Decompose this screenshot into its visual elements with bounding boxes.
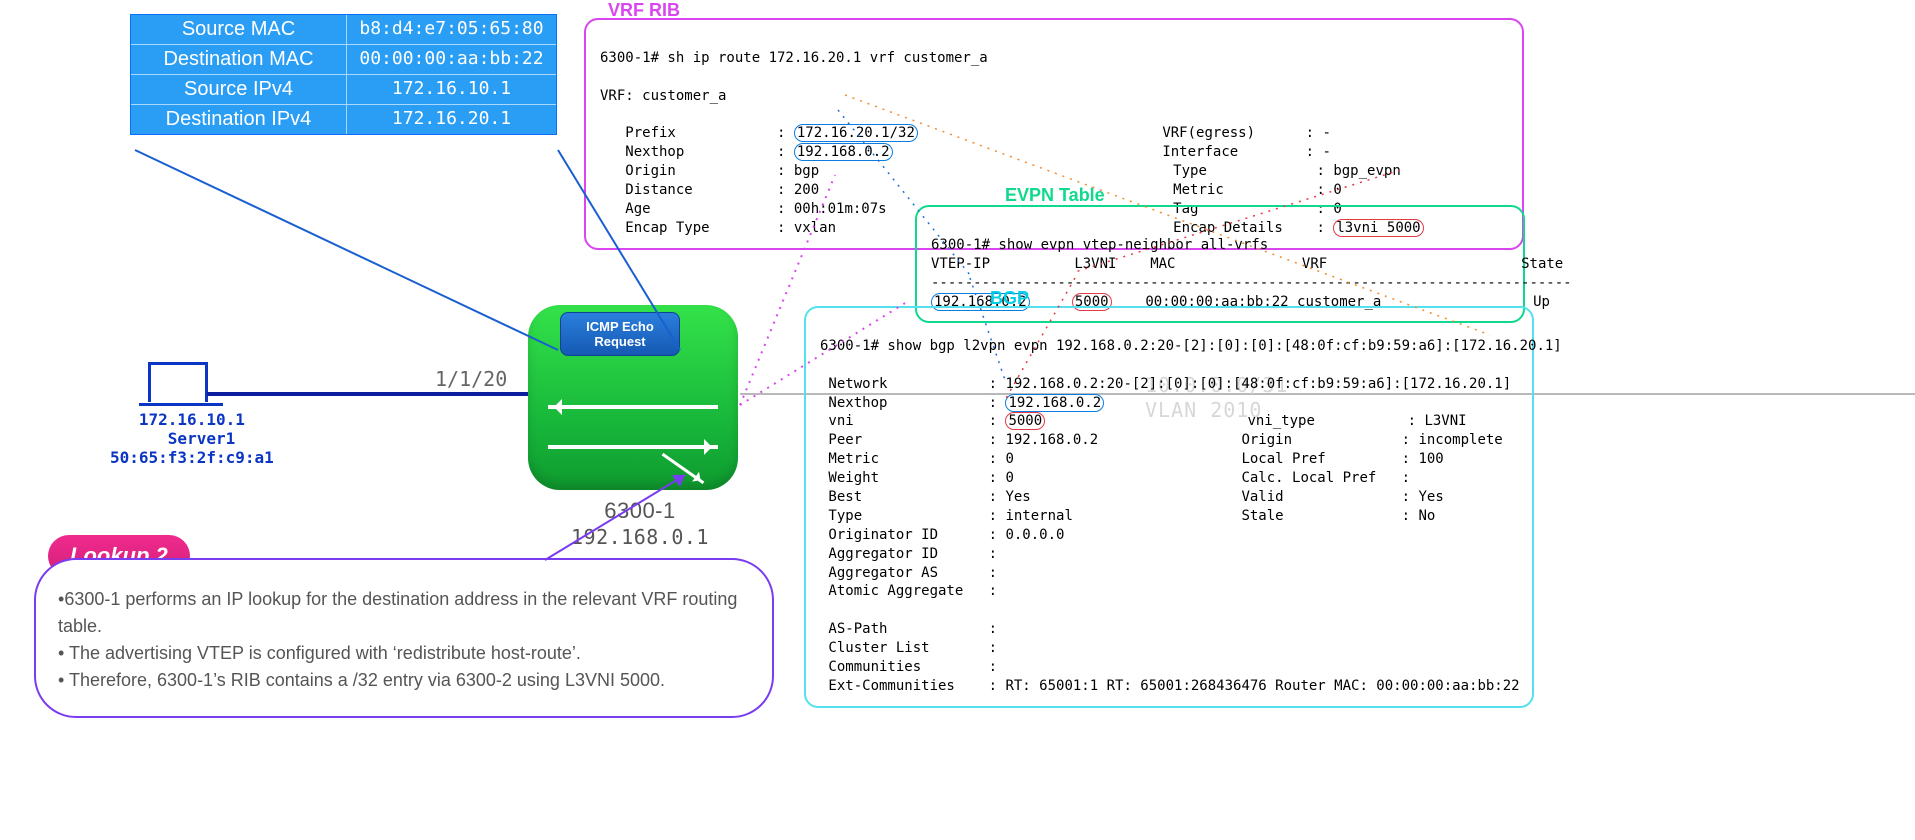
pkt-dst-mac-value: 00:00:00:aa:bb:22 — [346, 45, 556, 74]
bgp-origin: incomplete — [1418, 432, 1502, 448]
bgp-stale: No — [1418, 508, 1435, 524]
pkt-src-ip-label: Source IPv4 — [131, 75, 346, 104]
rib-age: 00h:01m:07s — [794, 201, 887, 217]
pkt-dst-mac-label: Destination MAC — [131, 45, 346, 74]
server-label: 172.16.10.1 Server1 50:65:f3:2f:c9:a1 — [110, 410, 274, 467]
rib-encap: vxlan — [794, 220, 836, 236]
pkt-src-ip-value: 172.16.10.1 — [346, 75, 556, 104]
server-icon — [148, 362, 208, 402]
rib-origin: bgp — [794, 163, 819, 179]
rib-type: bgp_evpn — [1333, 163, 1400, 179]
bgp-metric: 0 — [1005, 451, 1013, 467]
bgp-type: internal — [1005, 508, 1072, 524]
lookup-b2: The advertising VTEP is configured with … — [69, 643, 581, 663]
rib-prefix: 172.16.20.1/32 — [794, 124, 918, 142]
switch-label: 6300-1 192.168.0.1 — [560, 498, 720, 550]
server-mac: 50:65:f3:2f:c9:a1 — [110, 448, 274, 467]
rib-nexthop: 192.168.0.2 — [794, 143, 893, 161]
switch-arrow-left-icon — [548, 405, 718, 409]
server-name: Server1 — [168, 429, 235, 448]
rib-intf: - — [1322, 144, 1330, 160]
bgp-lpref: 100 — [1418, 451, 1443, 467]
evpn-h1: VTEP-IP — [931, 256, 990, 272]
lookup-b1: 6300-1 performs an IP lookup for the des… — [58, 589, 737, 636]
bgp-net: 192.168.0.2:20-[2]:[0]:[0]:[48:0f:cf:b9:… — [1005, 376, 1511, 392]
lookup-b3: Therefore, 6300-1’s RIB contains a /32 e… — [69, 670, 665, 690]
pkt-dst-ip-value: 172.16.20.1 — [346, 105, 556, 134]
bgp-vni: 5000 — [1005, 412, 1045, 430]
rib-metric: 0 — [1333, 182, 1341, 198]
evpn-h4: VRF — [1302, 256, 1327, 272]
switch-arrow-right-icon — [548, 445, 718, 449]
vrf-rib-cmd: 6300-1# sh ip route 172.16.20.1 vrf cust… — [600, 50, 988, 66]
bgp-cmd: 6300-1# show bgp l2vpn evpn 192.168.0.2:… — [820, 338, 1562, 354]
switch-arrow-diag-icon — [662, 453, 705, 484]
bgp-ext: RT: 65001:1 RT: 65001:268436476 Router M… — [1005, 678, 1519, 694]
bgp-peer: 192.168.0.2 — [1005, 432, 1098, 448]
bgp-nexthop: 192.168.0.2 — [1005, 394, 1104, 412]
packet-header-table: Source MAC b8:d4:e7:05:65:80 Destination… — [130, 14, 557, 135]
lookup-bubble: •6300-1 performs an IP lookup for the de… — [34, 558, 774, 718]
bgp-vnitype: L3VNI — [1424, 413, 1466, 429]
bgp-oid: 0.0.0.0 — [1005, 527, 1064, 543]
evpn-title: EVPN Table — [1005, 185, 1105, 206]
pkt-dst-ip-label: Destination IPv4 — [131, 105, 346, 134]
evpn-cmd: 6300-1# show evpn vtep-neighbor all-vrfs — [931, 237, 1268, 253]
port-label: 1/1/20 — [435, 367, 507, 391]
bgp-panel: 6300-1# show bgp l2vpn evpn 192.168.0.2:… — [804, 306, 1534, 708]
evpn-h3: MAC — [1150, 256, 1175, 272]
server-ip: 172.16.10.1 — [139, 410, 245, 429]
switch-name: 6300-1 — [604, 498, 676, 523]
lookup-text: •6300-1 performs an IP lookup for the de… — [58, 586, 750, 694]
rib-dist: 200 — [794, 182, 819, 198]
pkt-src-mac-value: b8:d4:e7:05:65:80 — [346, 15, 556, 44]
bgp-best: Yes — [1005, 489, 1030, 505]
rib-vrfe: - — [1322, 125, 1330, 141]
bgp-valid: Yes — [1418, 489, 1443, 505]
link-line — [207, 392, 528, 396]
vrf-rib-vrf: VRF: customer_a — [600, 88, 726, 104]
bgp-weight: 0 — [1005, 470, 1013, 486]
pkt-src-mac-label: Source MAC — [131, 15, 346, 44]
evpn-h2: L3VNI — [1074, 256, 1116, 272]
switch-loopback: 192.168.0.1 — [571, 525, 709, 549]
icmp-badge: ICMP Echo Request — [560, 312, 680, 356]
evpn-state: Up — [1533, 294, 1550, 310]
evpn-h5: State — [1521, 256, 1563, 272]
